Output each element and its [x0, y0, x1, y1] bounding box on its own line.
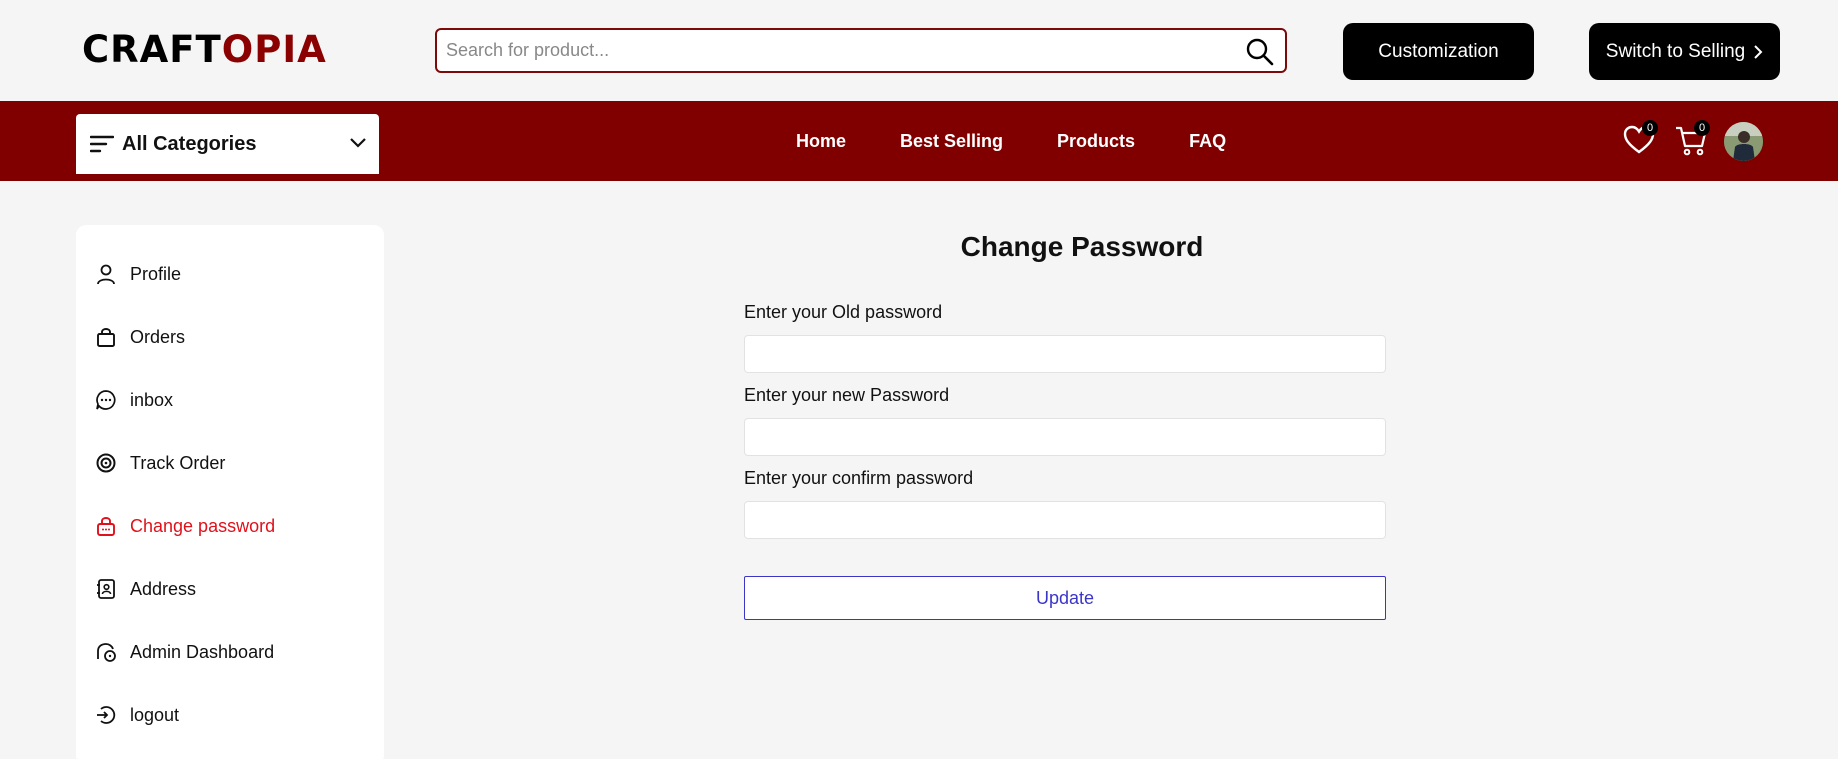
search-input[interactable] — [437, 30, 1217, 71]
top-header: CRAFTOPIA Customization Switch to Sellin… — [0, 0, 1838, 101]
sidebar-item-label: Track Order — [130, 452, 226, 473]
all-categories-dropdown[interactable]: All Categories — [76, 114, 379, 174]
dashboard-icon — [94, 640, 118, 664]
new-password-input[interactable] — [744, 418, 1386, 456]
bag-icon — [94, 325, 118, 349]
old-password-input[interactable] — [744, 335, 1386, 373]
sidebar-item-label: inbox — [130, 389, 174, 410]
nav-link-faq[interactable]: FAQ — [1189, 131, 1226, 152]
chat-icon — [94, 388, 118, 412]
old-password-label: Enter your Old password — [744, 302, 943, 322]
new-password-label: Enter your new Password — [744, 385, 950, 405]
nav-link-best-selling[interactable]: Best Selling — [900, 131, 1003, 152]
lock-icon — [94, 514, 118, 538]
logout-icon — [94, 703, 118, 727]
chevron-down-icon — [350, 138, 366, 148]
nav-links: Home Best Selling Products FAQ — [796, 101, 1280, 181]
sidebar-item-label: Orders — [130, 326, 186, 347]
wishlist-button[interactable]: 0 — [1622, 120, 1658, 158]
search-icon[interactable] — [1245, 37, 1275, 67]
customization-button[interactable]: Customization — [1343, 23, 1534, 80]
address-book-icon — [94, 577, 118, 601]
wishlist-count-badge: 0 — [1642, 120, 1658, 136]
search-bar — [435, 28, 1287, 73]
customization-label: Customization — [1378, 40, 1499, 62]
sidebar-item-label: Profile — [130, 263, 182, 284]
chevron-right-icon — [1754, 44, 1763, 59]
user-avatar[interactable] — [1724, 122, 1763, 161]
sidebar-item-profile[interactable]: Profile — [94, 259, 181, 289]
sidebar-item-address[interactable]: Address — [94, 574, 196, 604]
sidebar-item-change-password[interactable]: Change password — [94, 511, 275, 541]
confirm-password-input[interactable] — [744, 501, 1386, 539]
main-navbar: All Categories Home Best Selling Product… — [0, 101, 1838, 181]
user-icon — [94, 262, 118, 286]
sidebar-item-label: Address — [130, 578, 197, 599]
logo-text-craft: CRAFT — [82, 28, 222, 71]
cart-count-badge: 0 — [1694, 120, 1710, 136]
confirm-password-label: Enter your confirm password — [744, 468, 974, 488]
update-button[interactable]: Update — [744, 576, 1386, 620]
logo-text-opia: OPIA — [221, 28, 327, 71]
nav-link-home[interactable]: Home — [796, 131, 846, 152]
sidebar-item-admin-dashboard[interactable]: Admin Dashboard — [94, 637, 274, 667]
nav-link-products[interactable]: Products — [1057, 131, 1135, 152]
sidebar-item-label: logout — [130, 704, 180, 725]
sidebar-item-inbox[interactable]: inbox — [94, 385, 173, 415]
switch-to-selling-button[interactable]: Switch to Selling — [1589, 23, 1780, 80]
menu-lines-icon — [90, 135, 114, 153]
cart-button[interactable]: 0 — [1674, 120, 1710, 158]
categories-label: All Categories — [122, 132, 257, 155]
logo[interactable]: CRAFTOPIA — [82, 30, 327, 70]
page-title: Change Password — [960, 231, 1204, 262]
avatar-image — [1724, 122, 1763, 161]
sidebar-item-orders[interactable]: Orders — [94, 322, 185, 352]
switch-to-selling-label: Switch to Selling — [1605, 40, 1746, 62]
account-sidebar: Profile Orders inbox Track Order Change … — [76, 225, 384, 759]
sidebar-item-track-order[interactable]: Track Order — [94, 448, 225, 478]
sidebar-item-label: Change password — [130, 515, 276, 536]
sidebar-item-logout[interactable]: logout — [94, 700, 179, 730]
sidebar-item-label: Admin Dashboard — [130, 641, 275, 662]
target-icon — [94, 451, 118, 475]
